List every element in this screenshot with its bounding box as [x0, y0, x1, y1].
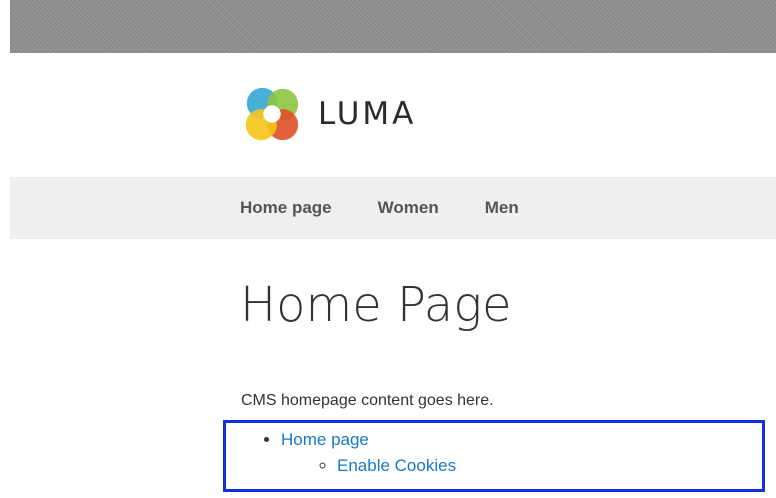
cms-content-text: CMS homepage content goes here.: [241, 392, 494, 409]
nav-menu: Home page Women Men: [240, 177, 565, 239]
top-panel-bar: [10, 0, 776, 53]
home-page-link[interactable]: Home page: [281, 430, 369, 449]
list-item: Enable Cookies: [337, 455, 456, 477]
nav-item-women[interactable]: Women: [378, 198, 439, 218]
nav-item-home-page[interactable]: Home page: [240, 198, 332, 218]
nav-item-men[interactable]: Men: [485, 198, 519, 218]
highlighted-links-box: Home page Enable Cookies: [223, 420, 765, 492]
list-item: Home page Enable Cookies: [281, 429, 456, 477]
site-header: LUMA: [10, 53, 776, 177]
sub-links-list: Enable Cookies: [337, 455, 456, 477]
enable-cookies-link[interactable]: Enable Cookies: [337, 456, 456, 475]
links-list: Home page Enable Cookies: [281, 429, 456, 477]
store-logo-link[interactable]: LUMA: [240, 83, 416, 145]
logo-text: LUMA: [318, 95, 417, 132]
main-navigation: Home page Women Men: [10, 177, 776, 239]
page-title: Home Page: [240, 277, 512, 333]
main-content: Home Page CMS homepage content goes here…: [10, 239, 776, 498]
luma-flower-logo-icon: [245, 87, 299, 141]
